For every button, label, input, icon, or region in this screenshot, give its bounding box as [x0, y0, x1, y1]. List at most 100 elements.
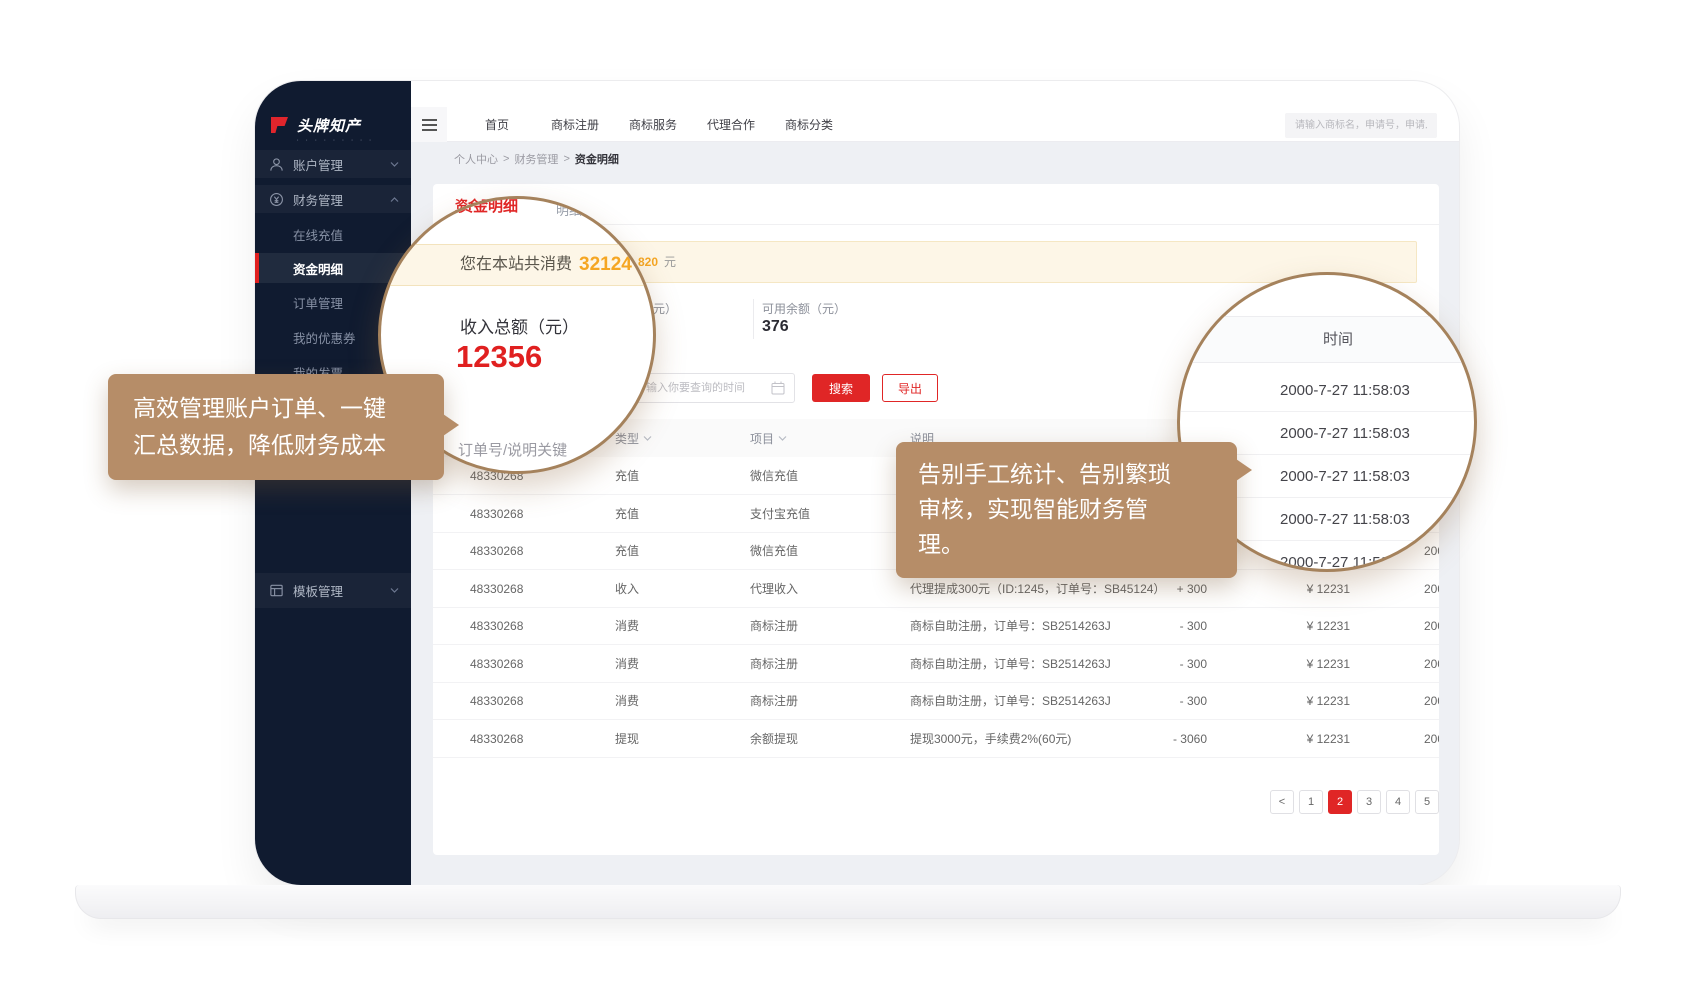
cell-type: 消费	[615, 645, 639, 683]
magnified-time-row: 2000-7-27 11:58:03	[1180, 369, 1477, 412]
magnified-income-label: 收入总额（元）	[460, 313, 579, 338]
cell-amount: - 3060	[1083, 720, 1207, 758]
magnified-header-fragment: 订单号/说明关键	[458, 439, 567, 460]
user-icon	[269, 157, 284, 172]
cell-order: 48330268	[470, 570, 523, 608]
page: 头牌知产 · · · · · · · · · 账户管理财务管理在线充值资金明细订…	[0, 0, 1696, 1002]
sidebar-group-0[interactable]: 账户管理	[255, 150, 411, 178]
pagination-prev-icon[interactable]: <	[1270, 790, 1294, 814]
magnified-banner-value: 32124	[579, 245, 632, 285]
export-button[interactable]: 导出	[882, 374, 938, 402]
banner-unit: 元	[664, 242, 676, 282]
sidebar-group-1[interactable]: 财务管理	[255, 185, 411, 213]
cell-project: 余额提现	[750, 720, 798, 758]
cell-type: 充值	[615, 532, 639, 570]
pagination: <12345	[1270, 790, 1439, 814]
cell-desc: 提现3000元，手续费2%(60元)	[910, 720, 1071, 758]
table-row: 48330268 消费 商标注册 商标自助注册，订单号：SB2514263J- 300…	[433, 682, 1439, 720]
magnified-income-value: 12356	[456, 339, 542, 375]
cell-amount: - 300	[1083, 682, 1207, 720]
pagination-page-1[interactable]: 1	[1299, 790, 1323, 814]
nav-link-2[interactable]: 商标服务	[629, 116, 677, 133]
table-row: 48330268 消费 商标注册 商标自助注册，订单号：SB2514263J- 300…	[433, 645, 1439, 683]
breadcrumb-sep: >	[563, 153, 569, 165]
breadcrumb: 个人中心 > 财务管理 > 资金明细	[454, 142, 619, 176]
magnified-banner: 您在本站共消费 32124	[381, 244, 656, 286]
date-query-input[interactable]	[635, 373, 795, 403]
cell-balance: ¥ 12231	[1233, 682, 1350, 720]
pagination-page-2[interactable]: 2	[1328, 790, 1352, 814]
cell-amount: - 300	[1083, 645, 1207, 683]
available-balance-label: 可用余额（元）	[762, 300, 846, 317]
cell-order: 48330268	[470, 720, 523, 758]
brand-name: 头牌知产 · · · · · · · · ·	[297, 115, 374, 144]
nav-link-1[interactable]: 商标注册	[551, 116, 599, 133]
callout-right-arrow	[1236, 459, 1252, 481]
nav-link-3[interactable]: 代理合作	[707, 116, 755, 133]
cell-time: 2000-7-27 11:58:03	[1424, 607, 1439, 645]
callout-right: 告别手工统计、告别繁琐 审核，实现智能财务管 理。	[896, 442, 1237, 578]
top-navbar: 首页 商标注册 商标服务 代理合作 商标分类	[411, 81, 1459, 142]
cell-project: 商标注册	[750, 607, 798, 645]
menu-toggle-icon[interactable]	[411, 107, 447, 142]
table-row: 48330268提现余额提现提现3000元，手续费2%(60元)- 3060¥ …	[433, 720, 1439, 758]
nav-link-4[interactable]: 商标分类	[785, 116, 833, 133]
pagination-page-5[interactable]: 5	[1415, 790, 1439, 814]
breadcrumb-home[interactable]: 个人中心	[454, 151, 498, 167]
cell-order: 48330268	[470, 607, 523, 645]
cell-balance: ¥ 12231	[1233, 607, 1350, 645]
cell-order: 48330268	[470, 495, 523, 533]
cell-project: 微信充值	[750, 457, 798, 495]
cell-balance: ¥ 12231	[1233, 645, 1350, 683]
cell-order: 48330268	[470, 532, 523, 570]
cell-order: 48330268	[470, 682, 523, 720]
cell-project: 商标注册	[750, 682, 798, 720]
laptop-base	[75, 885, 1621, 919]
cell-project: 支付宝充值	[750, 495, 810, 533]
breadcrumb-sep: >	[503, 153, 509, 165]
magnified-banner-text: 您在本站共消费	[460, 245, 572, 285]
callout-left: 高效管理账户订单、一键 汇总数据，降低财务成本	[108, 374, 444, 480]
breadcrumb-finance[interactable]: 财务管理	[514, 151, 558, 167]
search-input[interactable]	[1285, 113, 1437, 138]
cell-project: 商标注册	[750, 645, 798, 683]
cell-time: 2000-7-27 11:58:03	[1424, 682, 1439, 720]
breadcrumb-current: 资金明细	[575, 151, 619, 167]
cell-type: 消费	[615, 682, 639, 720]
cell-type: 充值	[615, 457, 639, 495]
brand-logo: 头牌知产 · · · · · · · · ·	[269, 115, 374, 144]
magnified-time-header: 时间	[1180, 316, 1477, 363]
col-header-project[interactable]: 项目	[750, 419, 787, 457]
cell-desc: 商标自助注册，订单号：SB2514263J	[910, 645, 1111, 683]
magnified-tab-fragment: 明细	[556, 200, 582, 219]
cell-type: 充值	[615, 495, 639, 533]
cell-time: 2000-7-27 11:58:03	[1424, 570, 1439, 608]
chevron-down-icon	[390, 588, 399, 593]
nav-links: 首页 商标注册 商标服务 代理合作 商标分类	[473, 107, 833, 142]
template-icon	[269, 583, 284, 598]
cell-time: 2000-7-27 11:58:03	[1424, 645, 1439, 683]
sidebar-item-2[interactable]: 在线充值	[255, 222, 411, 246]
cell-type: 消费	[615, 607, 639, 645]
pagination-page-4[interactable]: 4	[1386, 790, 1410, 814]
stat-divider	[753, 299, 754, 339]
brand-tagline-dots: · · · · · · · · ·	[297, 138, 374, 144]
table-row: 48330268消费商标注册商标自助注册，订单号：SB2514263J- 300…	[433, 607, 1439, 645]
finance-icon	[269, 192, 284, 207]
cell-type: 收入	[615, 570, 639, 608]
callout-left-arrow	[443, 414, 459, 436]
cell-desc: 商标自助注册，订单号：SB2514263J	[910, 682, 1111, 720]
cell-order: 48330268	[470, 645, 523, 683]
cell-balance: ¥ 12231	[1233, 570, 1350, 608]
chevron-down-icon	[390, 162, 399, 167]
sidebar: 头牌知产 · · · · · · · · · 账户管理财务管理在线充值资金明细订…	[255, 81, 411, 885]
cell-amount: - 300	[1083, 607, 1207, 645]
sidebar-group-7[interactable]: 模板管理	[255, 573, 411, 608]
chevron-up-icon	[390, 197, 399, 202]
cell-type: 提现	[615, 720, 639, 758]
nav-link-0[interactable]: 首页	[473, 116, 521, 133]
available-balance-value: 376	[762, 318, 789, 336]
pagination-page-3[interactable]: 3	[1357, 790, 1381, 814]
search-button[interactable]: 搜索	[812, 374, 870, 402]
cell-time: 2000-7-27 11:58:03	[1424, 720, 1439, 758]
